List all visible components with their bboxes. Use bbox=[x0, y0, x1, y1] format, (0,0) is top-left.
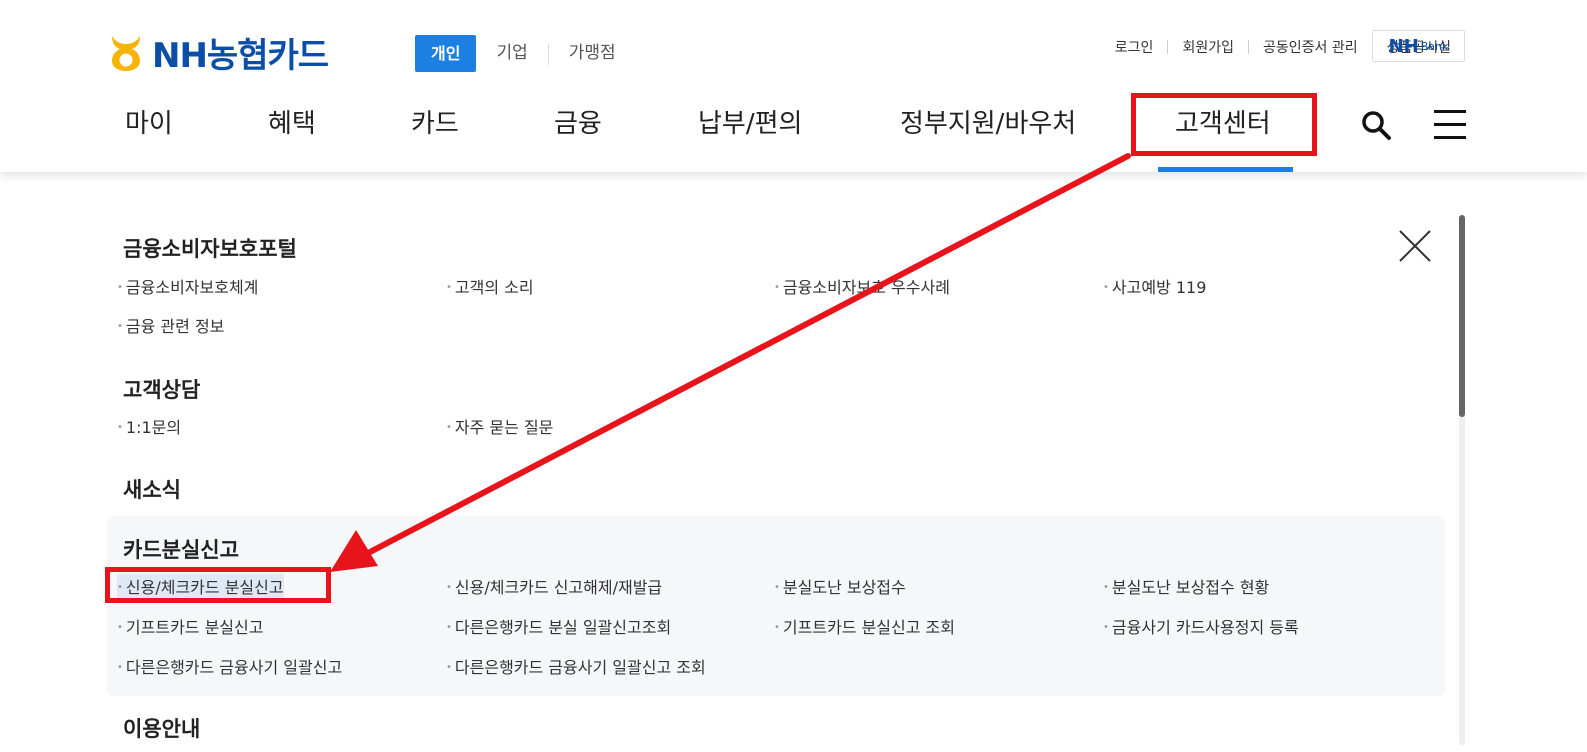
segment-tabs: 개인 기업 가맹점 bbox=[415, 35, 636, 72]
link-consumer-best-case[interactable]: 금융소비자보호 우수사례 bbox=[774, 274, 950, 298]
link-gift-card-lost-inquiry[interactable]: 기프트카드 분실신고 조회 bbox=[774, 614, 955, 638]
section-title-consumer: 금융소비자보호포털 bbox=[123, 237, 297, 261]
link-accident-prevention[interactable]: 사고예방 119 bbox=[1103, 274, 1207, 298]
header: NH농협카드 개인 기업 가맹점 로그인 회원가입 공동인증서 관리 상품공시실… bbox=[0, 0, 1587, 172]
link-one-to-one[interactable]: 1:1문의 bbox=[117, 414, 181, 438]
login-link[interactable]: 로그인 bbox=[1101, 37, 1168, 57]
gnb-payment[interactable]: 납부/편의 bbox=[698, 96, 802, 156]
tab-personal[interactable]: 개인 bbox=[415, 35, 477, 72]
search-icon[interactable] bbox=[1360, 109, 1392, 141]
tab-merchant[interactable]: 가맹점 bbox=[549, 35, 636, 72]
close-icon[interactable] bbox=[1398, 229, 1432, 263]
link-theft-compensation-status[interactable]: 분실도난 보상접수 현황 bbox=[1103, 574, 1269, 598]
link-theft-compensation[interactable]: 분실도난 보상접수 bbox=[774, 574, 906, 598]
link-gift-card-lost-report[interactable]: 기프트카드 분실신고 bbox=[117, 614, 264, 638]
gnb-benefit[interactable]: 혜택 bbox=[268, 96, 316, 156]
logo[interactable]: NH농협카드 bbox=[106, 32, 329, 76]
gnb-government[interactable]: 정부지원/바우처 bbox=[900, 96, 1076, 156]
highlight-box-lost-report bbox=[105, 567, 331, 603]
gnb-card[interactable]: 카드 bbox=[411, 96, 459, 156]
link-other-bank-lost-inquiry[interactable]: 다른은행카드 분실 일괄신고조회 bbox=[446, 614, 671, 638]
section-title-guide: 이용안내 bbox=[123, 717, 201, 741]
link-fraud-card-stop[interactable]: 금융사기 카드사용정지 등록 bbox=[1103, 614, 1299, 638]
section-title-consult: 고객상담 bbox=[123, 378, 201, 402]
highlight-box-customer-center bbox=[1131, 93, 1317, 156]
link-other-bank-fraud-report[interactable]: 다른은행카드 금융사기 일괄신고 bbox=[117, 654, 342, 678]
link-faq[interactable]: 자주 묻는 질문 bbox=[446, 414, 554, 438]
link-customer-voice[interactable]: 고객의 소리 bbox=[446, 274, 534, 298]
link-other-bank-fraud-inquiry[interactable]: 다른은행카드 금융사기 일괄신고 조회 bbox=[446, 654, 706, 678]
hamburger-menu-icon[interactable] bbox=[1434, 108, 1466, 142]
nhbank-bank: Bank bbox=[1420, 39, 1449, 53]
tab-business[interactable]: 기업 bbox=[476, 35, 547, 72]
scrollbar-thumb[interactable] bbox=[1459, 215, 1465, 417]
link-consumer-system[interactable]: 금융소비자보호체계 bbox=[117, 274, 258, 298]
nhbank-button[interactable]: NH Bank bbox=[1372, 30, 1465, 62]
section-title-news[interactable]: 새소식 bbox=[123, 474, 181, 504]
link-report-release-reissue[interactable]: 신용/체크카드 신고해제/재발급 bbox=[446, 574, 662, 598]
nh-clover-icon bbox=[112, 36, 140, 71]
link-finance-info[interactable]: 금융 관련 정보 bbox=[117, 313, 225, 337]
gnb-my[interactable]: 마이 bbox=[125, 96, 173, 156]
nhbank-nh: NH bbox=[1388, 35, 1419, 57]
certificate-link[interactable]: 공동인증서 관리 bbox=[1249, 37, 1372, 57]
signup-link[interactable]: 회원가입 bbox=[1168, 37, 1248, 57]
active-tab-indicator bbox=[1158, 167, 1293, 172]
gnb-finance[interactable]: 금융 bbox=[554, 96, 602, 156]
section-title-lost-card: 카드분실신고 bbox=[123, 538, 239, 562]
logo-text: NH농협카드 bbox=[152, 35, 329, 76]
